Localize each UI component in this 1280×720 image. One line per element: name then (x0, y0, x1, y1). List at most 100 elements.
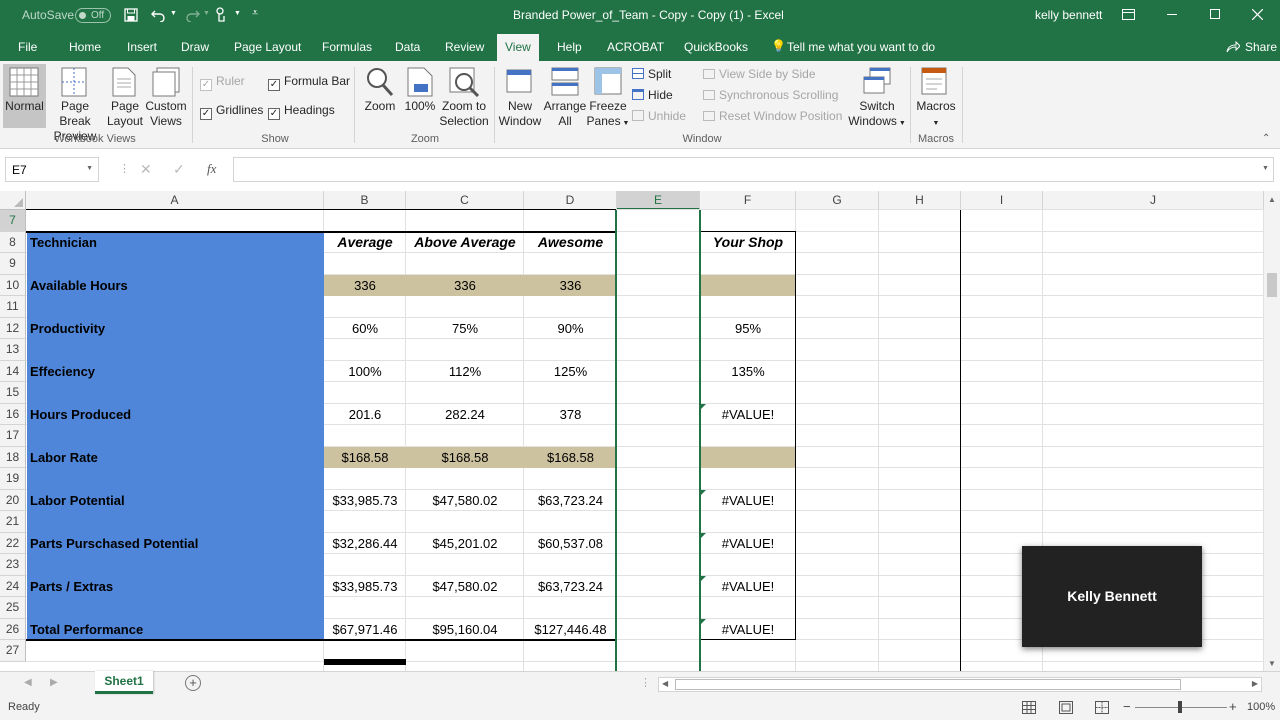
row-header-27[interactable]: 27 (0, 640, 26, 662)
header-above-average[interactable]: Above Average (406, 232, 524, 253)
customize-qat-icon[interactable]: ⩡ (252, 7, 258, 20)
sheet-tab-sheet1[interactable]: Sheet1 (95, 671, 153, 694)
column-header-e[interactable]: E (617, 191, 700, 210)
row-header-14[interactable]: 14 (0, 360, 26, 382)
undo-dropdown-icon[interactable]: ▼ (170, 10, 177, 17)
vertical-scroll-thumb[interactable] (1267, 273, 1277, 297)
cell-awesome[interactable]: 90% (524, 318, 617, 339)
row-header-22[interactable]: 22 (0, 532, 26, 554)
error-indicator-icon[interactable] (701, 618, 706, 624)
select-all-corner[interactable] (0, 191, 26, 210)
zoom-level[interactable]: 100% (1247, 701, 1275, 713)
cell-average[interactable]: 100% (324, 361, 406, 382)
row-header-18[interactable]: 18 (0, 446, 26, 468)
headings-checkbox[interactable]: ✓ Headings (268, 103, 335, 120)
cell-average[interactable]: $33,985.73 (324, 576, 406, 597)
scroll-left-icon[interactable]: ◀ (662, 679, 668, 688)
cell-your-shop[interactable]: #VALUE! (701, 404, 795, 425)
row-label[interactable]: Hours Produced (30, 404, 320, 425)
cell-average[interactable]: $32,286.44 (324, 533, 406, 554)
touch-dropdown-icon[interactable]: ▼ (234, 10, 241, 17)
row-label[interactable]: Total Performance (30, 619, 320, 640)
name-box[interactable]: E7 ▼ (5, 157, 99, 182)
row-header-21[interactable]: 21 (0, 511, 26, 533)
row-header-26[interactable]: 26 (0, 618, 26, 640)
cell-awesome[interactable]: 378 (524, 404, 617, 425)
scroll-up-icon[interactable]: ▲ (1268, 195, 1276, 204)
row-header-16[interactable]: 16 (0, 403, 26, 425)
scroll-right-icon[interactable]: ▶ (1252, 679, 1258, 688)
new-window-button[interactable]: New Window (498, 99, 542, 129)
tab-acrobat[interactable]: ACROBAT (607, 40, 664, 54)
tab-draw[interactable]: Draw (181, 40, 209, 54)
row-header-12[interactable]: 12 (0, 317, 26, 339)
error-indicator-icon[interactable] (701, 403, 706, 409)
page-layout-view-button[interactable]: Page Layout (104, 99, 146, 129)
page-break-status-icon[interactable] (1095, 701, 1109, 714)
error-indicator-icon[interactable] (701, 532, 706, 538)
cell-awesome[interactable]: 125% (524, 361, 617, 382)
row-label[interactable]: Available Hours (30, 275, 320, 296)
header-average[interactable]: Average (324, 232, 406, 253)
error-indicator-icon[interactable] (701, 489, 706, 495)
undo-icon[interactable] (151, 8, 166, 22)
tab-help[interactable]: Help (557, 40, 582, 54)
zoom-out-icon[interactable]: − (1123, 699, 1131, 714)
row-header-20[interactable]: 20 (0, 489, 26, 511)
row-header-10[interactable]: 10 (0, 274, 26, 296)
touch-mode-icon[interactable] (214, 7, 228, 23)
scroll-down-icon[interactable]: ▼ (1268, 659, 1276, 668)
cell-average[interactable]: 60% (324, 318, 406, 339)
tab-formulas[interactable]: Formulas (322, 40, 372, 54)
arrange-all-button[interactable]: Arrange All (542, 99, 588, 129)
ribbon-display-options-icon[interactable] (1122, 9, 1135, 20)
switch-windows-button[interactable]: Switch Windows ▼ (847, 99, 907, 131)
formula-input[interactable] (233, 157, 1274, 182)
row-header-24[interactable]: 24 (0, 575, 26, 597)
tab-insert[interactable]: Insert (127, 40, 157, 54)
column-header-c[interactable]: C (406, 191, 524, 210)
row-header-15[interactable]: 15 (0, 382, 26, 404)
cell-awesome[interactable]: $63,723.24 (524, 490, 617, 511)
column-header-j[interactable]: J (1043, 191, 1264, 210)
maximize-icon[interactable] (1210, 9, 1220, 19)
zoom-100-button[interactable]: 100% (402, 99, 438, 114)
error-indicator-icon[interactable] (701, 575, 706, 581)
cell-average[interactable]: 336 (324, 275, 406, 296)
gridlines-checkbox[interactable]: ✓ Gridlines (200, 103, 263, 120)
column-header-h[interactable]: H (879, 191, 961, 210)
row-header-11[interactable]: 11 (0, 296, 26, 318)
cell-above-average[interactable]: 75% (406, 318, 524, 339)
header-technician[interactable]: Technician (30, 232, 320, 253)
tab-page-layout[interactable]: Page Layout (234, 40, 301, 54)
insert-function-icon[interactable]: fx (207, 161, 216, 177)
normal-view-status-icon[interactable] (1022, 701, 1036, 714)
vertical-scrollbar[interactable]: ▲ ▼ (1264, 191, 1280, 671)
row-label[interactable]: Labor Potential (30, 490, 320, 511)
row-header-19[interactable]: 19 (0, 468, 26, 490)
cell-above-average[interactable]: $95,160.04 (406, 619, 524, 640)
horizontal-scrollbar[interactable]: ◀ ▶ (658, 677, 1262, 692)
column-header-i[interactable]: I (961, 191, 1043, 210)
cell-awesome[interactable]: $168.58 (524, 447, 617, 468)
zoom-to-selection-button[interactable]: Zoom to Selection (438, 99, 490, 129)
tab-view[interactable]: View (497, 34, 539, 61)
row-label[interactable]: Parts Purschased Potential (30, 533, 320, 554)
formula-bar-grip-icon[interactable]: ⋮ (119, 162, 130, 175)
sheet-prev-icon[interactable]: ◀ (24, 677, 32, 688)
row-header-9[interactable]: 9 (0, 253, 26, 275)
horizontal-scroll-thumb[interactable] (675, 679, 1181, 690)
autosave-toggle[interactable]: Off (75, 8, 111, 23)
column-header-g[interactable]: G (796, 191, 879, 210)
cell-your-shop[interactable] (701, 275, 795, 296)
cell-average[interactable]: 201.6 (324, 404, 406, 425)
formula-bar-checkbox[interactable]: ✓ Formula Bar (268, 74, 350, 91)
cell-above-average[interactable]: $45,201.02 (406, 533, 524, 554)
cell-average[interactable]: $168.58 (324, 447, 406, 468)
row-header-13[interactable]: 13 (0, 339, 26, 361)
header-awesome[interactable]: Awesome (524, 232, 617, 253)
tab-review[interactable]: Review (445, 40, 484, 54)
row-label[interactable]: Labor Rate (30, 447, 320, 468)
cell-awesome[interactable]: $127,446.48 (524, 619, 617, 640)
cell-your-shop[interactable] (701, 447, 795, 468)
